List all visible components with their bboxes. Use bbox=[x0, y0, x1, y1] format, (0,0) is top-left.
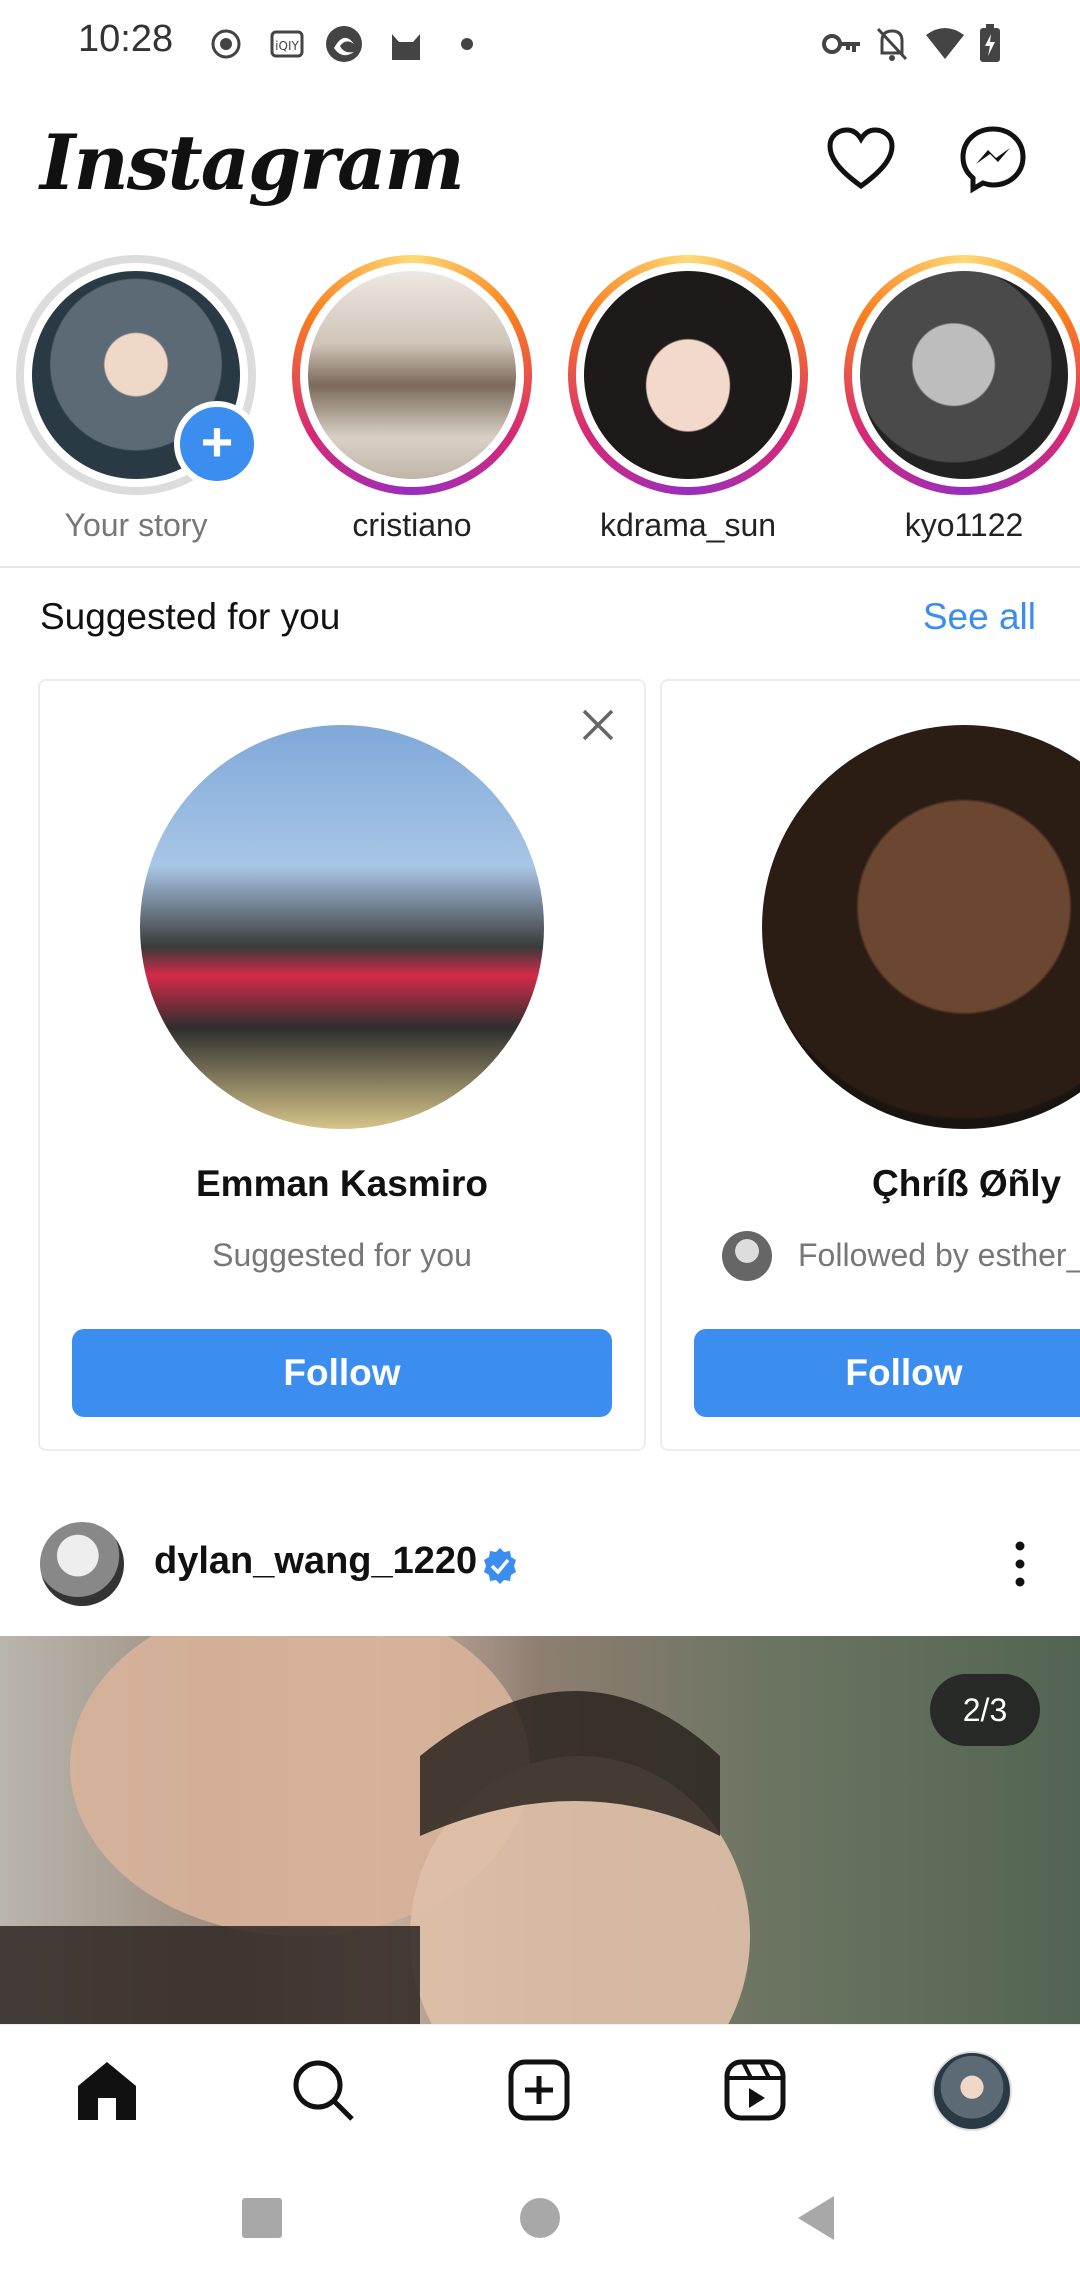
suggested-title: Suggested for you bbox=[40, 596, 341, 637]
story-label: kyo1122 bbox=[904, 507, 1024, 543]
story-ring bbox=[568, 255, 808, 495]
avatar bbox=[722, 1231, 772, 1281]
avatar[interactable] bbox=[140, 725, 544, 1129]
follow-button[interactable]: Follow bbox=[72, 1329, 612, 1417]
avatar bbox=[308, 271, 516, 479]
story-kyo1122[interactable]: kyo1122 bbox=[844, 255, 1080, 544]
divider bbox=[0, 566, 1080, 568]
avatar bbox=[584, 271, 792, 479]
wifi-icon bbox=[924, 26, 966, 62]
profile-avatar[interactable] bbox=[932, 2051, 1012, 2131]
create-post-icon[interactable] bbox=[504, 2055, 574, 2125]
suggestion-name: Emman Kasmiro bbox=[196, 1163, 488, 1204]
add-story-icon[interactable]: + bbox=[174, 401, 260, 487]
story-cristiano[interactable]: cristiano bbox=[292, 255, 532, 544]
iqiyi-icon: iQIY bbox=[270, 26, 304, 62]
verified-badge-icon bbox=[480, 1546, 520, 1586]
more-options-icon[interactable] bbox=[1000, 1540, 1040, 1588]
home-button-icon[interactable] bbox=[520, 2198, 560, 2238]
search-icon[interactable] bbox=[288, 2055, 358, 2125]
edge-icon bbox=[324, 26, 364, 62]
story-ring bbox=[292, 255, 532, 495]
home-icon[interactable] bbox=[72, 2055, 142, 2125]
system-nav-bar bbox=[0, 2150, 1080, 2280]
muted-bell-icon bbox=[874, 26, 910, 62]
messenger-icon[interactable] bbox=[958, 124, 1028, 194]
story-label: cristiano bbox=[352, 507, 472, 543]
post-image[interactable] bbox=[0, 1636, 1080, 2024]
status-time: 10:28 bbox=[78, 18, 174, 60]
suggestion-card[interactable]: Emman Kasmiro Suggested for you Follow bbox=[38, 679, 646, 1451]
post-username[interactable]: dylan_wang_1220 bbox=[154, 1540, 477, 1583]
reels-icon[interactable] bbox=[720, 2055, 790, 2125]
suggestion-card[interactable]: Çhríß Øñly Followed by esther_ Follow bbox=[660, 679, 1080, 1451]
avatar[interactable] bbox=[762, 725, 1080, 1129]
see-all-link[interactable]: See all bbox=[923, 596, 1036, 638]
story-your-story[interactable]: + Your story bbox=[16, 255, 260, 544]
story-label: kdrama_sun bbox=[599, 507, 777, 543]
record-icon bbox=[210, 26, 242, 62]
suggestion-name: Çhríß Øñly bbox=[872, 1163, 1062, 1204]
follow-button[interactable]: Follow bbox=[694, 1329, 1080, 1417]
story-kdrama-sun[interactable]: kdrama_sun bbox=[568, 255, 808, 544]
battery-charging-icon bbox=[978, 24, 1002, 62]
close-icon[interactable] bbox=[576, 703, 620, 747]
recents-icon[interactable] bbox=[242, 2198, 282, 2238]
svg-text:iQIY: iQIY bbox=[275, 39, 299, 53]
back-icon[interactable] bbox=[796, 2194, 836, 2242]
image-counter: 2/3 bbox=[930, 1674, 1040, 1746]
dot-icon bbox=[460, 26, 474, 62]
bottom-nav bbox=[0, 2024, 1080, 2151]
story-ring bbox=[844, 255, 1080, 495]
cat-icon bbox=[388, 26, 424, 62]
story-label: Your story bbox=[64, 507, 208, 543]
instagram-logo: Instagram bbox=[40, 118, 465, 207]
story-ring: + bbox=[16, 255, 260, 495]
heart-icon[interactable] bbox=[826, 126, 896, 192]
avatar bbox=[860, 271, 1068, 479]
avatar[interactable] bbox=[40, 1522, 124, 1606]
vpn-key-icon bbox=[822, 26, 862, 62]
suggestion-subtitle: Suggested for you bbox=[212, 1237, 472, 1273]
suggestion-subtitle: Followed by esther_ bbox=[798, 1237, 1080, 1273]
